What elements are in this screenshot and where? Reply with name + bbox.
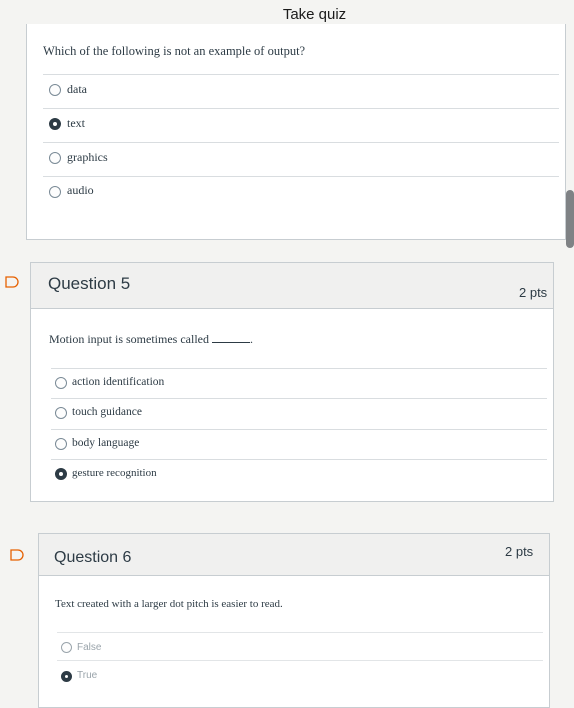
radio-button[interactable] — [55, 377, 67, 389]
answer-label: gesture recognition — [72, 467, 157, 479]
question-title: Question 6 — [54, 549, 132, 566]
answer-label: text — [67, 116, 85, 130]
radio-button-selected[interactable] — [49, 118, 61, 130]
question-header: Question 6 2 pts — [39, 534, 549, 576]
radio-button[interactable] — [49, 84, 61, 96]
question-text-main: Motion input is sometimes called — [49, 332, 209, 346]
question-card-5: Question 5 2 pts Motion input is sometim… — [30, 262, 554, 502]
answer-option-graphics[interactable]: graphics — [43, 142, 559, 170]
question-text: Text created with a larger dot pitch is … — [55, 598, 283, 610]
answer-label: graphics — [67, 150, 108, 164]
answer-option-gesture-recognition[interactable]: gesture recognition — [51, 459, 547, 487]
bookmark-flag-icon[interactable] — [5, 276, 19, 288]
answer-option-text[interactable]: text — [43, 108, 559, 136]
answer-option-body-language[interactable]: body language — [51, 429, 547, 457]
radio-button[interactable] — [49, 152, 61, 164]
page-title: Take quiz — [282, 6, 347, 23]
question-card-4: Which of the following is not an example… — [26, 24, 566, 240]
answer-label: data — [67, 82, 87, 96]
answer-label: body language — [72, 437, 140, 449]
question-points: 2 pts — [519, 285, 548, 300]
radio-button-selected[interactable] — [61, 671, 72, 682]
answer-label: audio — [67, 183, 94, 197]
scrollbar-thumb[interactable] — [566, 190, 574, 248]
question-text-suffix: . — [249, 332, 253, 346]
answer-option-false[interactable]: False — [57, 632, 543, 660]
bookmark-flag-icon[interactable] — [10, 549, 24, 561]
radio-button[interactable] — [55, 407, 67, 419]
question-title: Question 5 — [48, 274, 131, 293]
question-points: 2 pts — [505, 544, 534, 559]
answer-option-true[interactable]: True — [57, 660, 543, 688]
answer-option-audio[interactable]: audio — [43, 176, 559, 204]
answer-option-data[interactable]: data — [43, 74, 559, 102]
radio-button[interactable] — [61, 642, 72, 653]
question-text: Motion input is sometimes called. — [49, 332, 253, 347]
radio-button[interactable] — [55, 438, 67, 450]
radio-button-selected[interactable] — [55, 468, 67, 480]
answer-option-action-identification[interactable]: action identification — [51, 368, 547, 396]
question-text: Which of the following is not an example… — [43, 44, 306, 58]
answer-label: touch guidance — [72, 406, 142, 418]
answer-label: action identification — [72, 376, 165, 388]
radio-button[interactable] — [49, 186, 61, 198]
question-card-6: Question 6 2 pts Text created with a lar… — [38, 533, 550, 708]
answer-label: False — [77, 642, 102, 653]
fill-blank-line — [211, 332, 250, 343]
question-header: Question 5 2 pts — [31, 263, 553, 309]
answer-option-touch-guidance[interactable]: touch guidance — [51, 398, 547, 426]
answer-label: True — [77, 670, 98, 681]
